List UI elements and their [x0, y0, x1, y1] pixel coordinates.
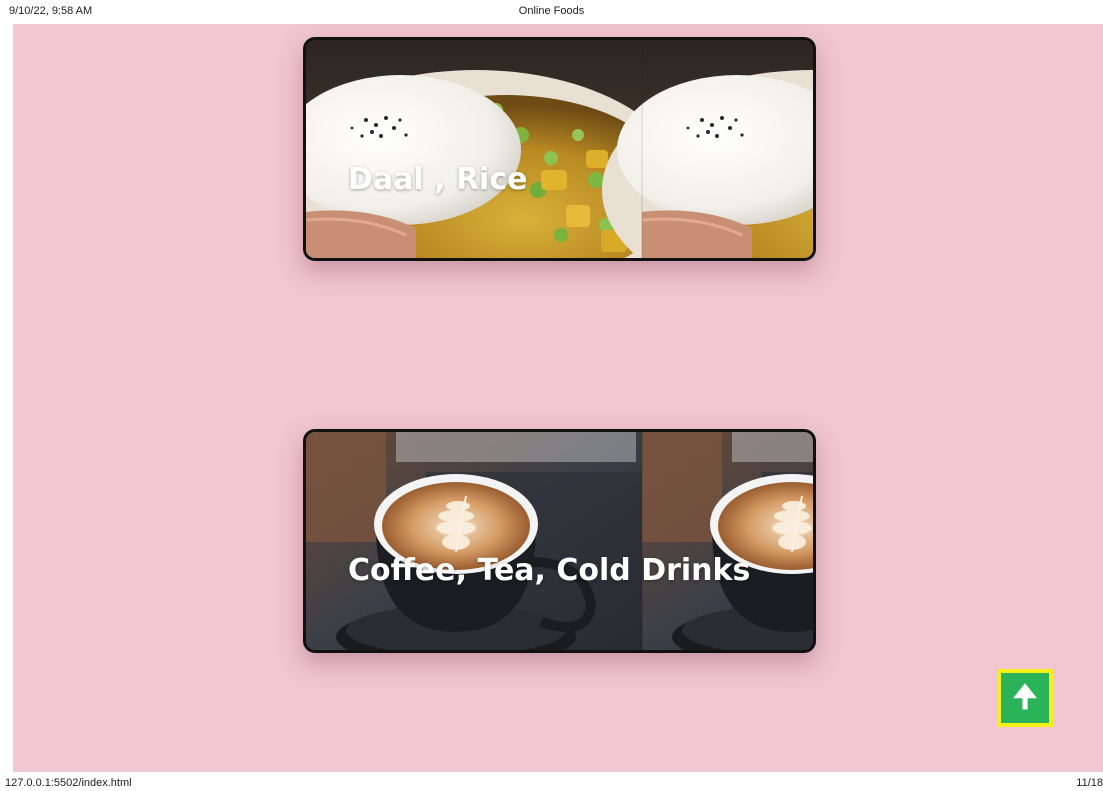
- print-page-counter: 11/18: [1076, 777, 1103, 789]
- print-footer: 127.0.0.1:5502/index.html 11/18: [0, 772, 1103, 791]
- menu-card-daal-rice[interactable]: Daal , Rice: [303, 37, 816, 261]
- daal-rice-image: [306, 40, 813, 258]
- arrow-up-icon: 🠉: [1012, 680, 1038, 715]
- print-header: 9/10/22, 9:58 AM Online Foods: [0, 0, 1103, 24]
- card-label: Daal , Rice: [348, 162, 528, 197]
- menu-card-coffee-tea[interactable]: Coffee, Tea, Cold Drinks: [303, 429, 816, 653]
- print-url: 127.0.0.1:5502/index.html: [5, 777, 132, 789]
- coffee-image: [306, 432, 816, 650]
- page-content: Daal , Rice Coffee, Tea, Cold Drinks 🠉: [13, 24, 1103, 772]
- print-page-title: Online Foods: [518, 5, 585, 17]
- card-label: Coffee, Tea, Cold Drinks: [348, 553, 751, 588]
- scroll-to-top-button[interactable]: 🠉: [997, 669, 1053, 727]
